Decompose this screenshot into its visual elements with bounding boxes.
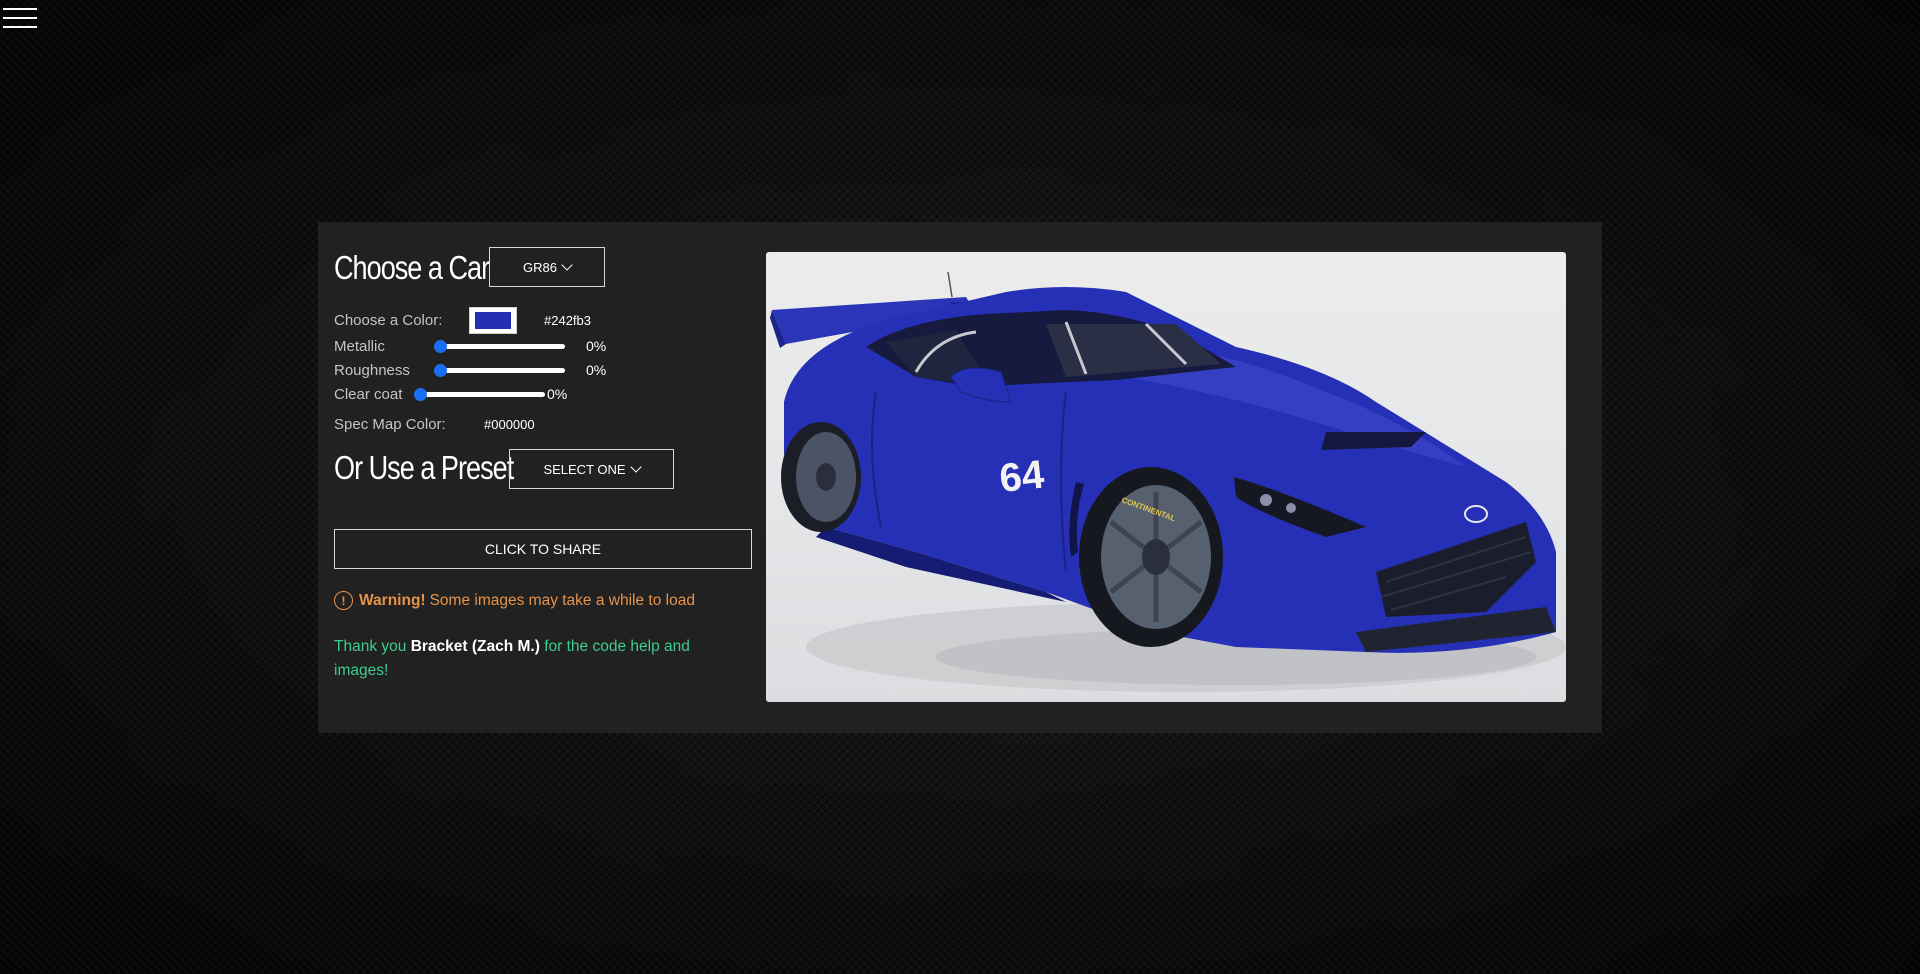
choose-car-heading: Choose a Car — [334, 249, 490, 286]
color-hex-value: #242fb3 — [544, 313, 591, 328]
chevron-down-icon — [629, 460, 642, 473]
metallic-label: Metallic — [334, 338, 385, 355]
roughness-row: Roughness 0% — [334, 359, 754, 381]
preset-select-dropdown[interactable]: SELECT ONE — [509, 449, 674, 489]
warning-message: ! Warning! Some images may take a while … — [334, 591, 695, 610]
color-row: Choose a Color: #242fb3 — [334, 306, 754, 334]
slider-thumb[interactable] — [414, 388, 427, 401]
hamburger-menu-icon[interactable] — [3, 6, 37, 32]
preset-select-value: SELECT ONE — [543, 461, 626, 477]
car-render: CONTINENTAL 64 — [770, 271, 1566, 692]
slider-thumb[interactable] — [434, 364, 447, 377]
metallic-row: Metallic 0% — [334, 335, 754, 357]
slider-track — [440, 368, 565, 373]
warning-strong: Warning! — [359, 591, 426, 609]
credits-message: Thank you Bracket (Zach M.) for the code… — [334, 635, 734, 683]
preset-heading: Or Use a Preset — [334, 449, 514, 486]
slider-track — [440, 344, 565, 349]
clearcoat-label: Clear coat — [334, 386, 403, 403]
credits-name: Bracket (Zach M.) — [410, 638, 540, 655]
car-number: 64 — [997, 452, 1047, 500]
color-label: Choose a Color: — [334, 312, 443, 329]
metallic-slider[interactable] — [434, 340, 565, 353]
roughness-value: 0% — [586, 362, 607, 378]
chevron-down-icon — [561, 258, 573, 271]
warning-icon: ! — [334, 591, 353, 610]
car-preview-image: CONTINENTAL 64 — [766, 252, 1566, 702]
color-swatch — [475, 312, 511, 329]
choose-car-row: Choose a Car GR86 — [334, 246, 754, 288]
slider-thumb[interactable] — [434, 340, 447, 353]
configurator-panel: Choose a Car GR86 Choose a Color: #242fb… — [318, 222, 1602, 733]
clearcoat-slider[interactable] — [414, 388, 545, 401]
share-button[interactable]: CLICK TO SHARE — [334, 529, 752, 569]
preset-row: Or Use a Preset SELECT ONE — [334, 448, 754, 490]
spec-map-label: Spec Map Color: — [334, 416, 446, 433]
clearcoat-row: Clear coat 0% — [334, 383, 754, 405]
roughness-label: Roughness — [334, 362, 410, 379]
slider-track — [420, 392, 545, 397]
roughness-slider[interactable] — [434, 364, 565, 377]
credits-pre: Thank you — [334, 638, 407, 655]
color-picker[interactable] — [469, 307, 517, 334]
clearcoat-value: 0% — [547, 386, 568, 402]
warning-text: Some images may take a while to load — [429, 591, 695, 609]
spec-map-hex-value[interactable]: #000000 — [484, 417, 535, 432]
car-select-dropdown[interactable]: GR86 — [489, 247, 605, 287]
metallic-value: 0% — [586, 338, 607, 354]
car-select-value: GR86 — [523, 259, 557, 275]
